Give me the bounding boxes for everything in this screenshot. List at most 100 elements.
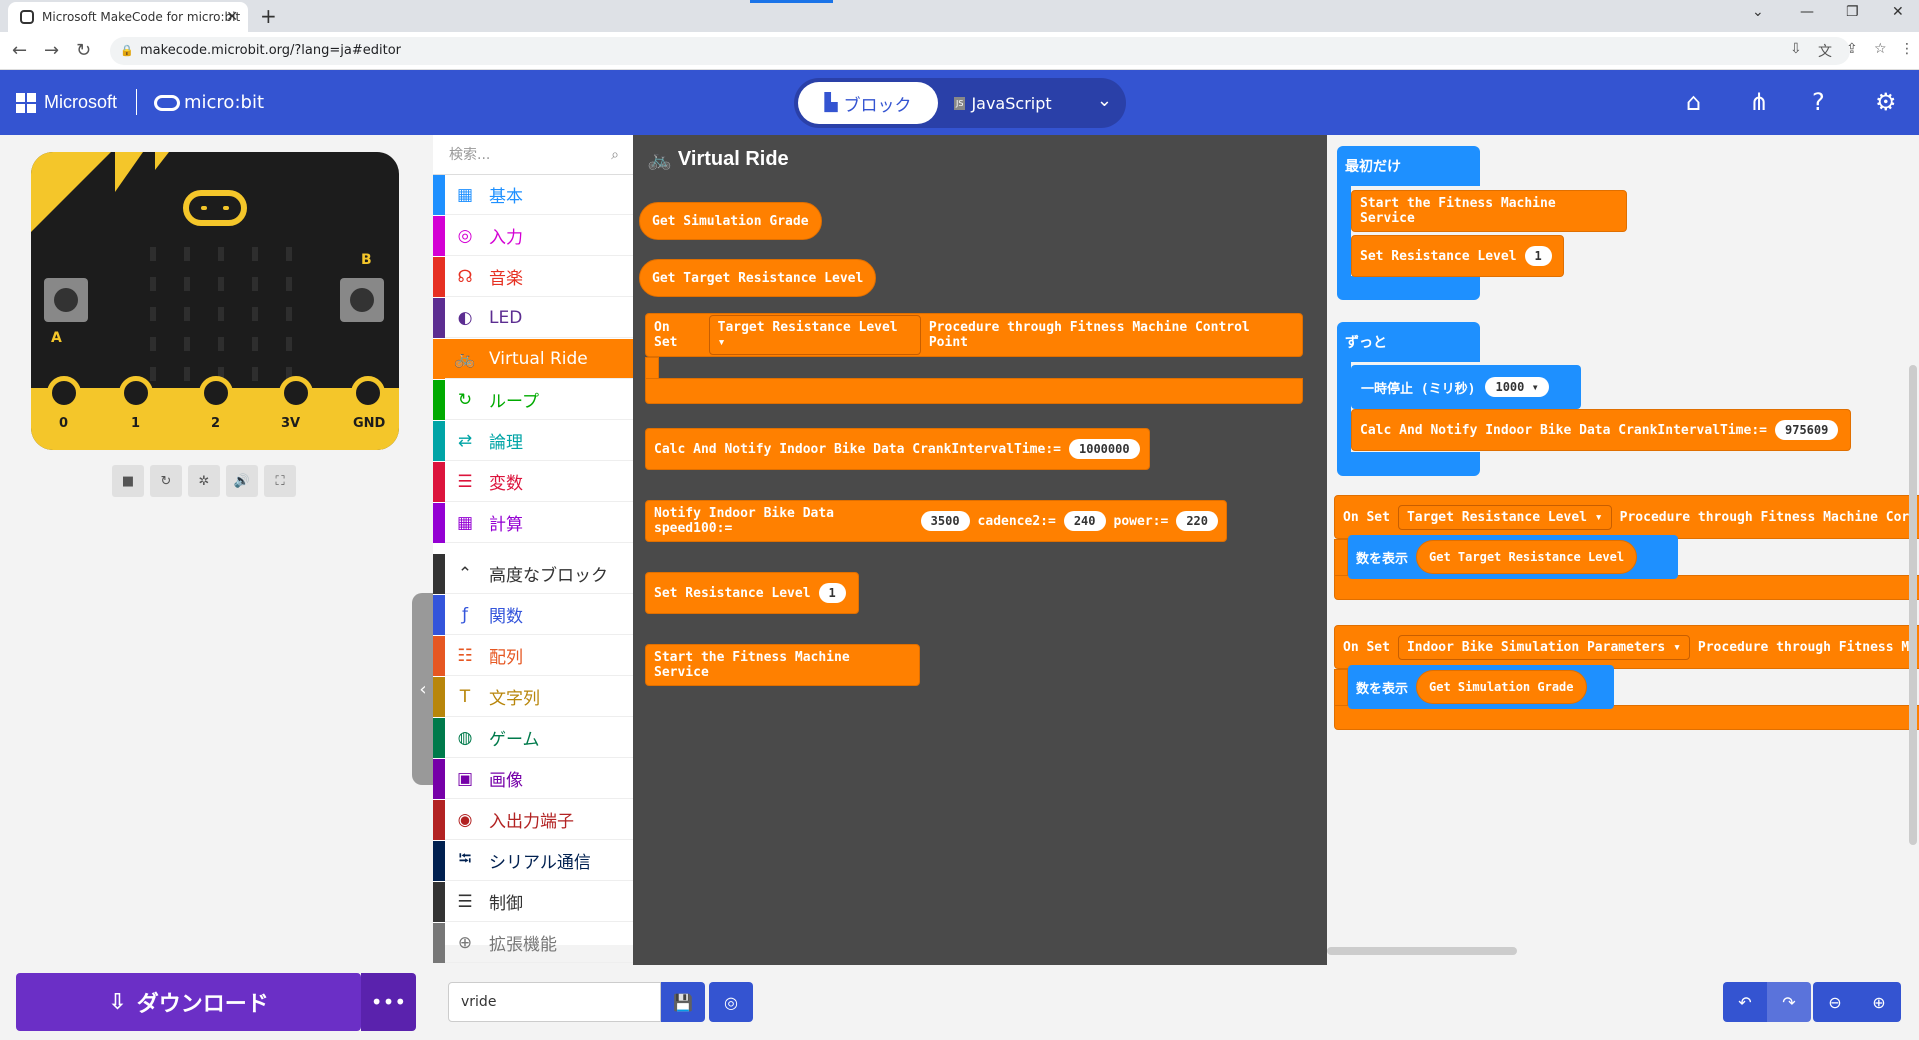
resistance-input[interactable]: 1 — [818, 583, 846, 603]
restore-icon[interactable]: ❐ — [1846, 4, 1859, 20]
category-image[interactable]: ▣ 画像 — [433, 759, 633, 799]
zoom-out-icon[interactable]: ⊖ — [1813, 982, 1857, 1022]
category-refresh[interactable]: ↻ ループ — [433, 380, 633, 420]
save-icon[interactable]: 💾 — [661, 982, 705, 1022]
bookmark-star-icon[interactable]: ☆ — [1874, 41, 1887, 57]
category-gamepad[interactable]: ◍ ゲーム — [433, 718, 633, 758]
button-a[interactable] — [44, 278, 88, 322]
category-control[interactable]: ☰ 制御 — [433, 882, 633, 922]
notify-bike-data-block[interactable]: Notify Indoor Bike Data speed100:= 3500 … — [645, 500, 1227, 542]
block-workspace[interactable]: 最初だけ Start the Fitness Machine Service S… — [1327, 135, 1919, 965]
cadence-input[interactable]: 240 — [1063, 511, 1106, 531]
start-service-block[interactable]: Start the Fitness Machine Service — [645, 644, 920, 686]
microsoft-logo[interactable]: Microsoft — [16, 92, 117, 113]
category-shuffle[interactable]: ⇄ 論理 — [433, 421, 633, 461]
show-number-block[interactable]: 数を表示 Get Target Resistance Level — [1348, 535, 1678, 579]
category-text[interactable]: T 文字列 — [433, 677, 633, 717]
pin-1[interactable] — [119, 376, 153, 410]
on-set-target-block[interactable]: On Set Target Resistance Level ▾ Procedu… — [1334, 495, 1919, 539]
category-toggle[interactable]: ◐ LED — [433, 298, 633, 338]
pin-3v[interactable] — [279, 376, 313, 410]
download-button[interactable]: ⇩ ダウンロード — [16, 973, 361, 1031]
category-grid[interactable]: ▦ 基本 — [433, 175, 633, 215]
crank-interval-input[interactable]: 1000000 — [1069, 439, 1140, 459]
crank-interval-input[interactable]: 975609 — [1775, 420, 1839, 440]
home-icon[interactable]: ⌂ — [1686, 88, 1701, 116]
help-icon[interactable]: ? — [1812, 88, 1825, 116]
category-headphones[interactable]: ☊ 音楽 — [433, 257, 633, 297]
category-function[interactable]: ƒ 関数 — [433, 595, 633, 635]
category-plus[interactable]: ⊕ 拡張機能 — [433, 923, 633, 963]
debug-icon[interactable]: ✲ — [188, 465, 220, 497]
horizontal-scrollbar[interactable] — [1327, 947, 1517, 955]
undo-icon[interactable]: ↶ — [1723, 982, 1767, 1022]
calc-notify-block[interactable]: Calc And Notify Indoor Bike Data CrankIn… — [645, 428, 1150, 470]
browser-tab[interactable]: Microsoft MakeCode for micro:bit ✕ — [8, 2, 248, 32]
event-type-dropdown[interactable]: Target Resistance Level ▾ — [708, 315, 921, 355]
start-service-block[interactable]: Start the Fitness Machine Service — [1351, 190, 1627, 232]
set-resistance-block[interactable]: Set Resistance Level 1 — [645, 572, 859, 614]
event-type-dropdown[interactable]: Indoor Bike Simulation Parameters ▾ — [1397, 634, 1690, 660]
project-name-input[interactable]: vride — [448, 982, 661, 1022]
calc-notify-block[interactable]: Calc And Notify Indoor Bike Data CrankIn… — [1351, 409, 1851, 451]
more-options-icon[interactable]: ••• — [361, 973, 416, 1031]
get-simulation-grade-block[interactable]: Get Simulation Grade — [639, 202, 822, 240]
blocks-mode-button[interactable]: ▙ ブロック — [798, 82, 938, 124]
category-target[interactable]: ◎ 入力 — [433, 216, 633, 256]
microbit-logo[interactable]: micro:bit — [136, 89, 264, 115]
stop-icon[interactable]: ■ — [112, 465, 144, 497]
install-icon[interactable]: ⇩ — [1790, 41, 1802, 57]
tab-search-icon[interactable]: ⌄ — [1752, 4, 1764, 20]
category-usb[interactable]: ⭾ シリアル通信 — [433, 841, 633, 881]
share-page-icon[interactable]: ⇪ — [1846, 41, 1858, 57]
pin-0[interactable] — [47, 376, 81, 410]
forward-icon[interactable]: → — [44, 40, 59, 61]
category-pins[interactable]: ◉ 入出力端子 — [433, 800, 633, 840]
on-set-simulation-block[interactable]: On Set Indoor Bike Simulation Parameters… — [1334, 625, 1919, 669]
resistance-input[interactable]: 1 — [1524, 246, 1552, 266]
set-resistance-block[interactable]: Set Resistance Level 1 — [1351, 235, 1564, 277]
close-window-icon[interactable]: ✕ — [1892, 4, 1904, 20]
back-icon[interactable]: ← — [12, 40, 27, 61]
close-tab-icon[interactable]: ✕ — [226, 9, 238, 25]
share-icon[interactable]: ⋔ — [1749, 88, 1769, 116]
category-chevron-up[interactable]: ⌃ 高度なブロック — [433, 554, 633, 594]
collapse-simulator-button[interactable]: ‹ — [412, 593, 434, 785]
chevron-down-icon[interactable]: ⌄ — [1097, 90, 1112, 111]
get-simulation-grade-block[interactable]: Get Simulation Grade — [1416, 670, 1587, 704]
redo-icon[interactable]: ↷ — [1767, 982, 1811, 1022]
github-icon[interactable]: ◎ — [709, 982, 753, 1022]
sound-icon[interactable]: 🔊 — [226, 465, 258, 497]
settings-gear-icon[interactable]: ⚙ — [1875, 88, 1897, 116]
vertical-scrollbar[interactable] — [1909, 365, 1917, 845]
url-field[interactable]: 🔒 makecode.microbit.org/?lang=ja#editor — [110, 37, 1850, 65]
toolbox-search-input[interactable]: 検索... ⌕ — [433, 135, 633, 175]
restart-icon[interactable]: ↻ — [150, 465, 182, 497]
menu-dots-icon[interactable]: ⋮ — [1900, 41, 1914, 57]
power-input[interactable]: 220 — [1176, 511, 1218, 531]
category-list[interactable]: ☰ 変数 — [433, 462, 633, 502]
zoom-in-icon[interactable]: ⊕ — [1857, 982, 1901, 1022]
translate-icon[interactable]: 文 — [1818, 41, 1832, 61]
pin-gnd[interactable] — [351, 376, 385, 410]
category-bike[interactable]: 🚲 Virtual Ride — [433, 339, 633, 379]
new-tab-icon[interactable]: + — [260, 4, 277, 28]
on-set-event-block[interactable]: On Set Target Resistance Level ▾ Procedu… — [645, 313, 1303, 357]
get-target-resistance-block[interactable]: Get Target Resistance Level — [1416, 540, 1638, 574]
search-icon[interactable]: ⌕ — [611, 135, 619, 175]
touch-logo[interactable] — [183, 190, 247, 226]
category-calculator[interactable]: ▦ 計算 — [433, 503, 633, 543]
reload-icon[interactable]: ↻ — [76, 40, 91, 61]
event-type-dropdown[interactable]: Target Resistance Level ▾ — [1397, 504, 1612, 530]
pause-duration-dropdown[interactable]: 1000 ▾ — [1485, 377, 1549, 397]
minimize-icon[interactable]: — — [1800, 4, 1814, 20]
button-b[interactable] — [340, 278, 384, 322]
on-start-block[interactable]: 最初だけ — [1337, 146, 1480, 186]
category-array[interactable]: ☷ 配列 — [433, 636, 633, 676]
pin-2[interactable] — [199, 376, 233, 410]
speed-input[interactable]: 3500 — [920, 511, 970, 531]
javascript-mode-button[interactable]: JS JavaScript — [954, 82, 1084, 124]
pause-block[interactable]: 一時停止 (ミリ秒) 1000 ▾ — [1351, 365, 1581, 409]
forever-block[interactable]: ずっと — [1337, 322, 1480, 362]
fullscreen-icon[interactable]: ⛶ — [264, 465, 296, 497]
